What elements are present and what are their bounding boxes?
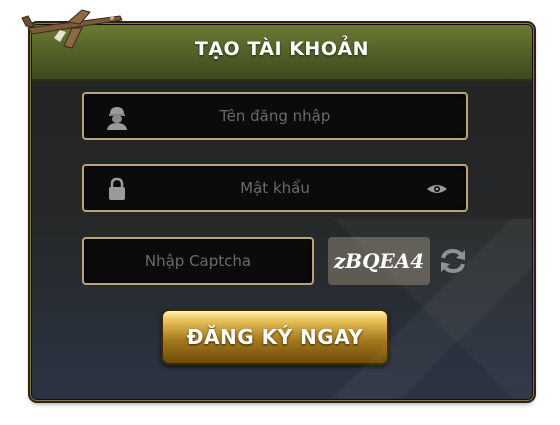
captcha-image: zBQEA4 [328, 237, 430, 285]
password-field[interactable] [82, 164, 468, 212]
register-now-button[interactable]: ĐĂNG KÝ NGAY [161, 309, 389, 365]
username-field[interactable] [82, 92, 468, 140]
username-input[interactable] [84, 94, 466, 138]
password-input[interactable] [84, 166, 466, 210]
refresh-icon[interactable] [438, 246, 468, 276]
eye-icon[interactable] [426, 183, 448, 195]
captcha-code: zBQEA4 [333, 249, 425, 273]
register-dialog: TẠO TÀI KHOẢN Tên đăng nhập Nhập Captcha… [31, 24, 533, 400]
captcha-field[interactable] [82, 237, 314, 285]
captcha-input[interactable] [84, 239, 312, 283]
register-screen: TẠO TÀI KHOẢN Tên đăng nhập Nhập Captcha… [0, 0, 560, 425]
register-now-label: ĐĂNG KÝ NGAY [186, 325, 364, 349]
plane-logo-icon [21, 9, 123, 49]
